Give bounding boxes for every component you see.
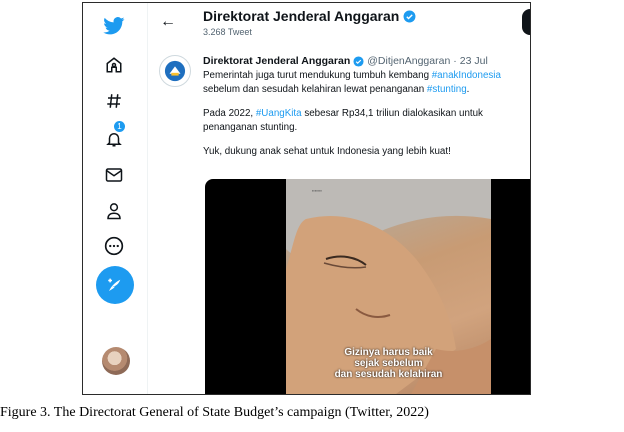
- author-name[interactable]: Direktorat Jenderal Anggaran: [203, 55, 350, 67]
- video-caption-line: dan sesudah kelahiran: [334, 369, 443, 380]
- tweet-video[interactable]: ▪▪▪▪▪▪▪ Gizinya harus baik sejak sebelum…: [205, 179, 530, 394]
- tweet-thread: ← Direktorat Jenderal Anggaran 3.268 Twe…: [147, 3, 530, 394]
- video-watermark-icon: ▪▪▪▪▪▪▪: [312, 188, 322, 193]
- hashtag-link[interactable]: #stunting: [427, 84, 467, 95]
- tweet-text-punct: .: [466, 83, 470, 95]
- compose-tweet-button[interactable]: [96, 266, 134, 304]
- notification-badge: 1: [114, 121, 125, 132]
- tweet-text-line: sebelum dan sesudah kelahiran lewat pena…: [203, 83, 427, 95]
- video-caption-line: Gizinya harus baik: [344, 347, 433, 358]
- tweet-header: Direktorat Jenderal Anggaran @DitjenAngg…: [203, 55, 488, 67]
- tweet-text-line: penanganan stunting.: [203, 121, 298, 133]
- figure-caption: Figure 3. The Directorat General of Stat…: [0, 405, 429, 420]
- tweet-count: 3.268 Tweet: [203, 27, 252, 37]
- sidebar: 1: [83, 3, 147, 394]
- screenshot-frame: 1 ← Direktorat Jenderal Anggaran 3.268 T…: [82, 2, 531, 395]
- account-avatar[interactable]: [102, 347, 130, 375]
- tweet-text-line: sebesar Rp34,1 triliun dialokasikan untu…: [301, 108, 483, 119]
- notifications-icon[interactable]: 1: [99, 121, 129, 154]
- ministry-logo-icon: [164, 60, 186, 82]
- tweet-date[interactable]: 23 Jul: [460, 55, 488, 67]
- hashtag-link[interactable]: #UangKita: [256, 108, 302, 119]
- hashtag-icon[interactable]: [99, 86, 129, 116]
- tweet-text-line: Pada 2022,: [203, 108, 256, 119]
- compose-tweet-icon: [108, 278, 121, 291]
- author-avatar[interactable]: [159, 55, 191, 87]
- messages-icon[interactable]: [99, 160, 129, 190]
- twitter-bird-icon[interactable]: [99, 11, 129, 41]
- meta-separator: ·: [453, 55, 457, 67]
- author-handle[interactable]: @DitjenAnggaran: [367, 55, 450, 67]
- page-title: Direktorat Jenderal Anggaran: [203, 8, 416, 24]
- profile-icon[interactable]: [99, 196, 129, 226]
- back-button[interactable]: ←: [160, 13, 176, 31]
- profile-action-button[interactable]: [522, 9, 530, 35]
- hashtag-link[interactable]: #anakIndonesia: [432, 70, 501, 81]
- video-caption-line: sejak sebelum: [354, 358, 423, 369]
- tweet-text-line: Yuk, dukung anak sehat untuk Indonesia y…: [203, 146, 451, 157]
- more-icon[interactable]: [99, 231, 129, 261]
- home-icon[interactable]: [99, 50, 129, 80]
- tweet-text-line: Pemerintah juga turut mendukung tumbuh k…: [203, 70, 432, 81]
- verified-icon: [403, 10, 416, 22]
- arrow-left-icon: ←: [160, 13, 176, 30]
- video-frame: ▪▪▪▪▪▪▪ Gizinya harus baik sejak sebelum…: [286, 179, 491, 394]
- verified-icon: [353, 55, 364, 67]
- tweet-text: Pemerintah juga turut mendukung tumbuh k…: [203, 69, 530, 170]
